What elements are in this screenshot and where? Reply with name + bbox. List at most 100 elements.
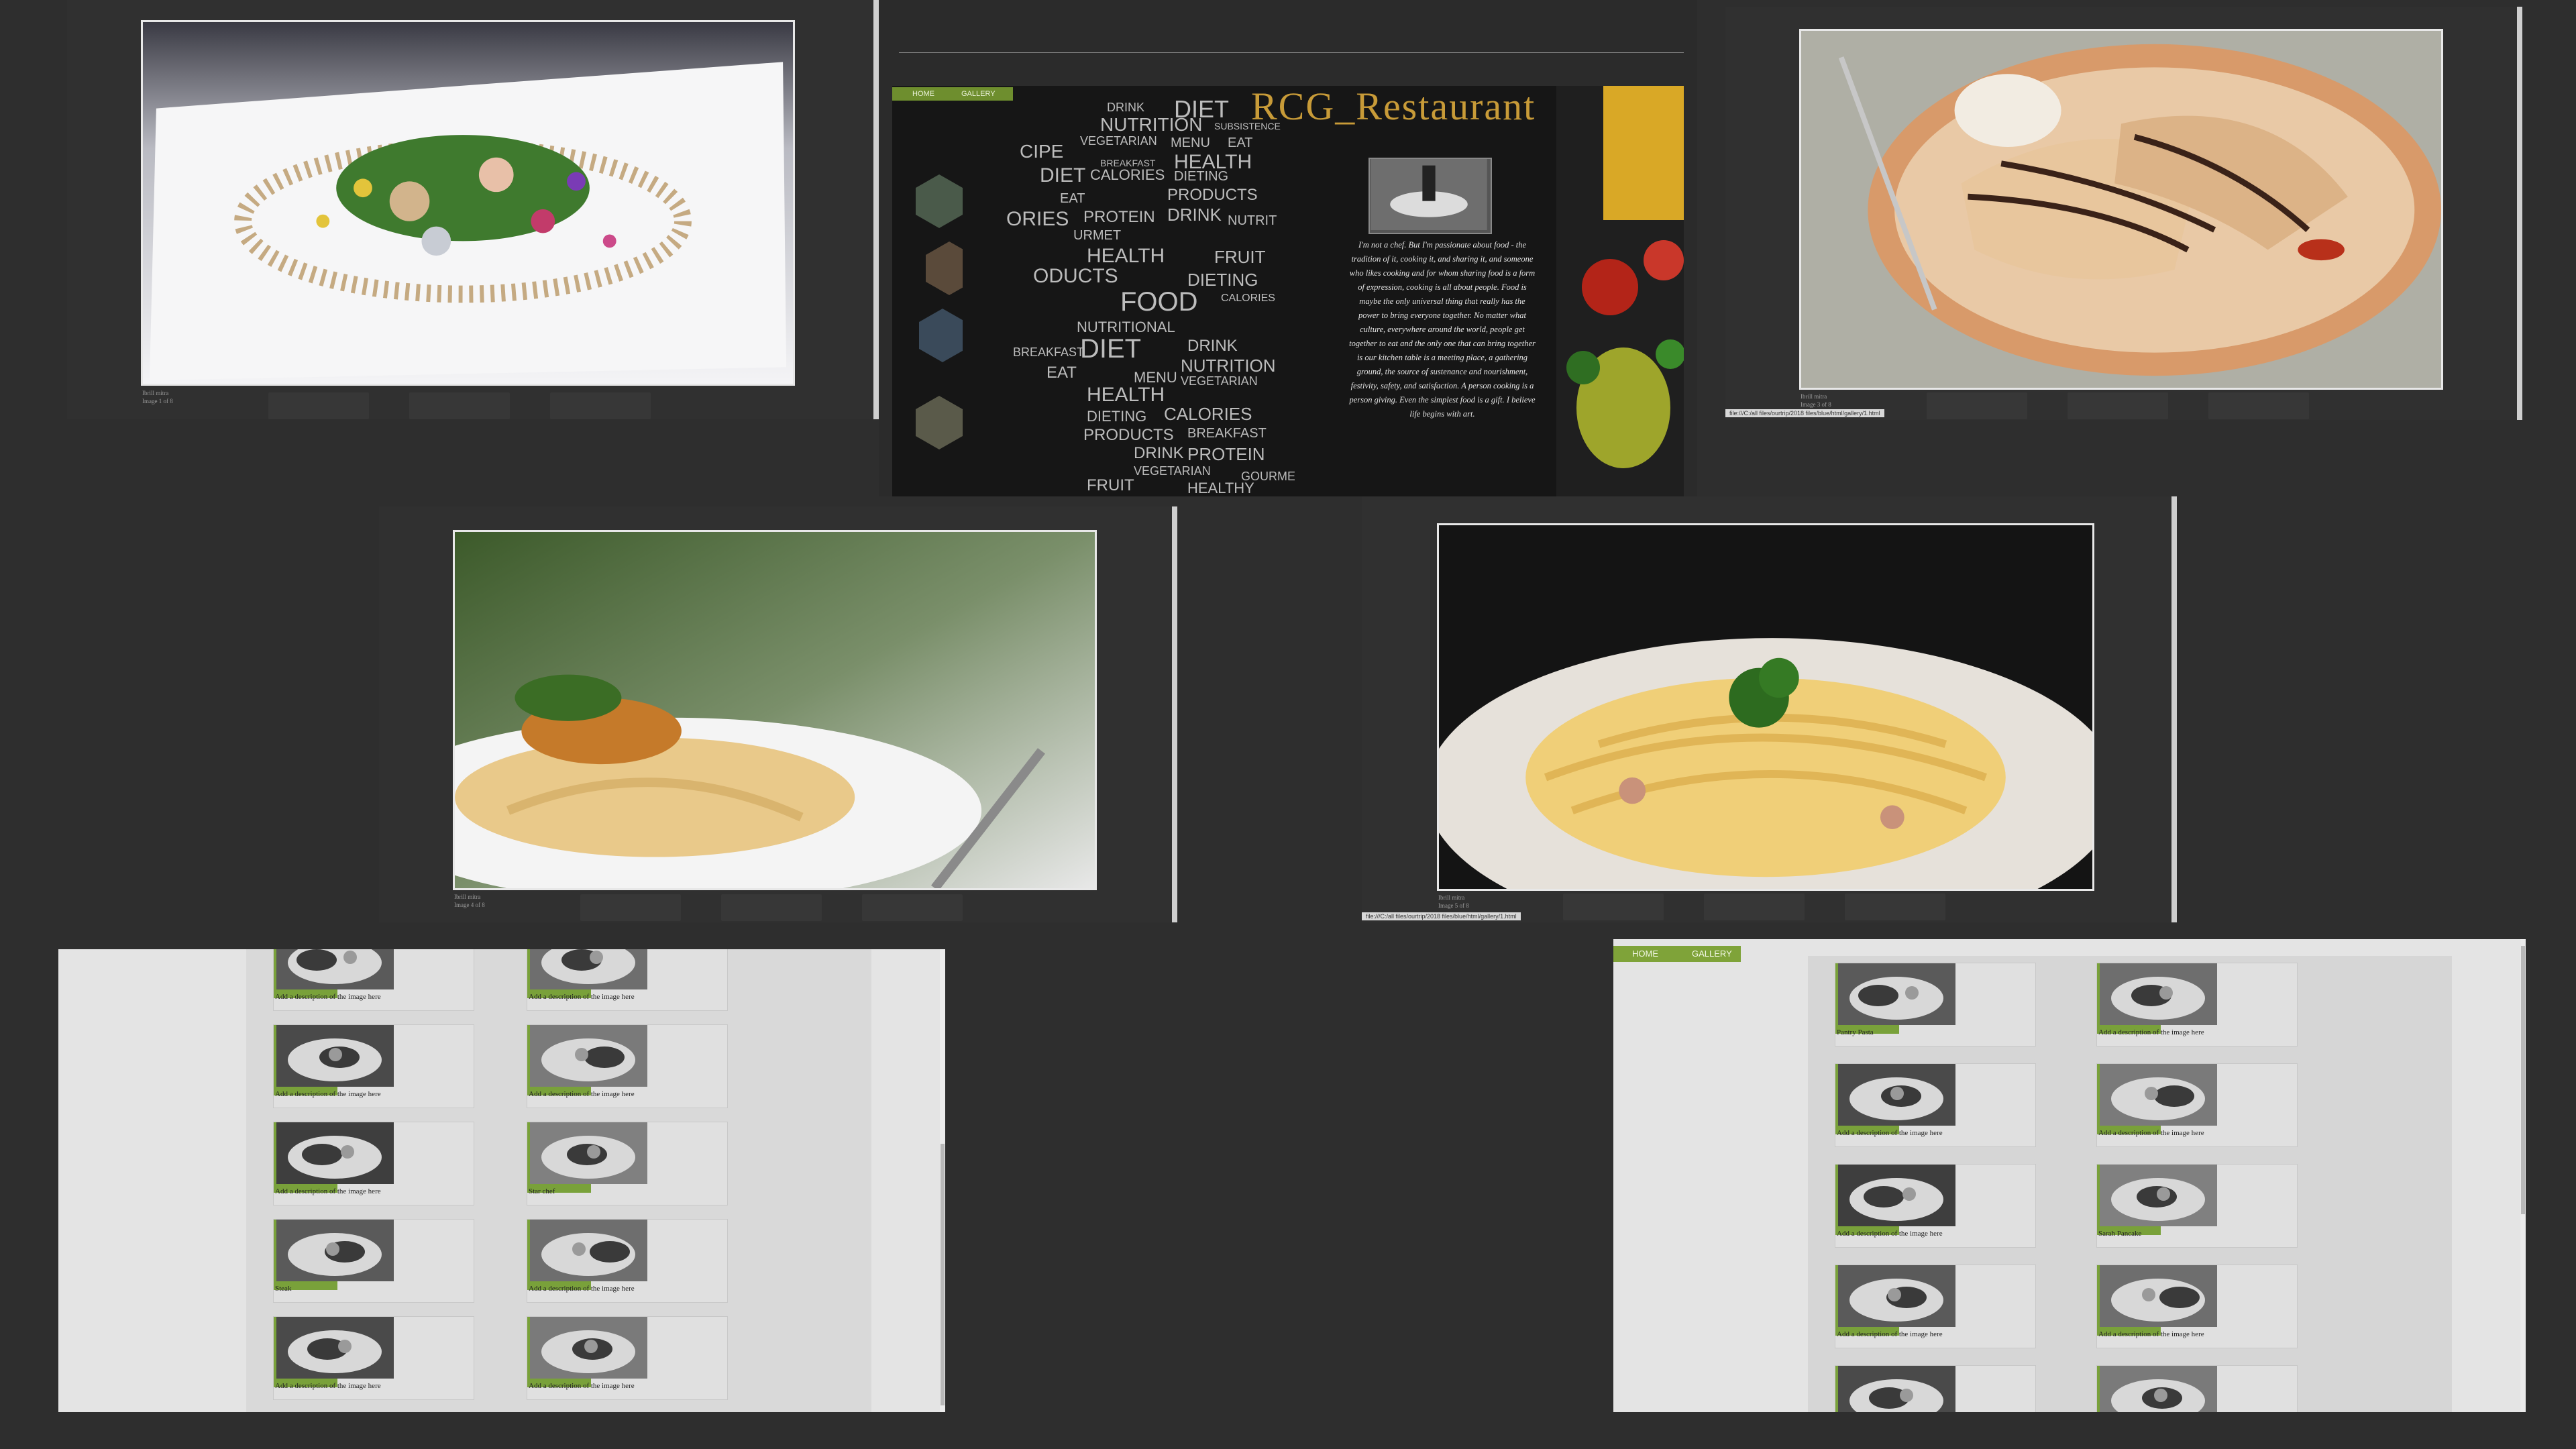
chef-plating-photo xyxy=(1368,158,1492,234)
gallery-card[interactable]: Add a description of the image here xyxy=(527,949,728,1011)
gallery-card[interactable]: Star chef xyxy=(527,1122,728,1205)
word: DIETING xyxy=(1174,169,1229,184)
vertical-scrollbar[interactable] xyxy=(1172,506,1177,922)
gallery-card[interactable]: Add a description of the image here xyxy=(527,1219,728,1303)
gallery-caption: Add a description of the image here xyxy=(529,1090,635,1098)
spaghetti-parsley-photo[interactable] xyxy=(1437,523,2094,891)
word: HEALTH xyxy=(1087,245,1165,267)
gallery-caption: Add a description of the image here xyxy=(529,993,635,1001)
pasta-basil-photo[interactable] xyxy=(453,530,1097,890)
caption-name: Ibrill mitra xyxy=(454,894,481,900)
gallery-thumbnail[interactable] xyxy=(2100,1165,2217,1226)
word: EAT xyxy=(1060,191,1085,206)
gallery-thumbnail[interactable] xyxy=(276,1025,394,1087)
word: MENU xyxy=(1171,136,1210,150)
gallery-thumbnail[interactable] xyxy=(1838,1064,1955,1126)
gallery-card[interactable]: Pantry Pasta xyxy=(1835,963,2036,1046)
word: DIETING xyxy=(1187,270,1258,290)
word: BREAKFAST xyxy=(1187,426,1267,441)
gallery-card[interactable] xyxy=(1835,1365,2036,1412)
gallery-card[interactable]: Steak xyxy=(273,1219,474,1303)
gallery-thumbnail[interactable] xyxy=(530,1122,647,1184)
window-restaurant-home[interactable]: HOME GALLERY DRINK DIET NUTRITION SUBSIS… xyxy=(879,0,1697,496)
gallery-card[interactable]: Add a description of the image here xyxy=(273,1024,474,1108)
gallery-caption: Sarah Pancake xyxy=(2098,1230,2142,1238)
gallery-caption: Add a description of the image here xyxy=(2098,1028,2204,1036)
word: ODUCTS xyxy=(1033,265,1118,287)
word: NUTRIT xyxy=(1228,213,1277,228)
gallery-card[interactable]: Add a description of the image here xyxy=(1835,1265,2036,1348)
vertical-scrollbar[interactable] xyxy=(2171,496,2177,922)
window-middle-left[interactable]: Ibrill mitra Image 4 of 8 xyxy=(379,506,1177,922)
gallery-card[interactable]: Add a description of the image here xyxy=(273,1122,474,1205)
word: EAT xyxy=(1228,136,1253,150)
gallery-card[interactable]: Add a description of the image here xyxy=(527,1316,728,1400)
gallery-card[interactable]: Add a description of the image here xyxy=(2096,963,2298,1046)
thumbnail-strip[interactable] xyxy=(1927,392,2309,419)
gallery-thumbnail[interactable] xyxy=(1838,1366,1955,1412)
gallery-thumbnail[interactable] xyxy=(276,949,394,989)
vertical-scrollbar[interactable] xyxy=(2517,7,2522,420)
window-gallery-right[interactable]: HOME GALLERY Pantry Pasta Add a descripti… xyxy=(1613,939,2526,1412)
crepes-plate-photo[interactable] xyxy=(1799,29,2443,390)
gallery-card[interactable]: Sarah Pancake xyxy=(2096,1164,2298,1248)
caption-sub: Image 3 of 8 xyxy=(1801,401,1831,408)
word: PRODUCTS xyxy=(1167,186,1258,204)
word: FOOD xyxy=(1120,287,1198,317)
gallery-thumbnail[interactable] xyxy=(1838,1265,1955,1327)
word: ORIES xyxy=(1006,208,1069,230)
gallery-card[interactable]: Add a description of the image here xyxy=(2096,1265,2298,1348)
gallery-card[interactable]: Add a description of the image here xyxy=(273,949,474,1011)
gallery-card[interactable] xyxy=(2096,1365,2298,1412)
gallery-caption: Add a description of the image here xyxy=(275,1382,381,1390)
caption-sub: Image 5 of 8 xyxy=(1438,902,1469,909)
gallery-caption: Add a description of the image here xyxy=(275,993,381,1001)
word: DIETING xyxy=(1087,408,1147,425)
gallery-thumbnail[interactable] xyxy=(530,1025,647,1087)
nav-gallery-link[interactable]: GALLERY xyxy=(1692,946,1732,962)
caption-name: Ibrill mitra xyxy=(1438,894,1465,901)
gallery-thumbnail[interactable] xyxy=(276,1220,394,1281)
salad-plate-photo[interactable] xyxy=(141,20,795,386)
scrollbar-thumb[interactable] xyxy=(941,1144,945,1405)
gallery-card[interactable]: Add a description of the image here xyxy=(1835,1164,2036,1248)
gallery-caption: Add a description of the image here xyxy=(2098,1330,2204,1338)
gallery-thumbnail[interactable] xyxy=(2100,963,2217,1025)
word: FRUIT xyxy=(1087,476,1134,494)
thumbnail-strip[interactable] xyxy=(580,894,963,921)
word: CALORIES xyxy=(1221,292,1275,304)
gallery-thumbnail[interactable] xyxy=(2100,1064,2217,1126)
window-top-right[interactable]: Ibrill mitra Image 3 of 8 file:///C:/all… xyxy=(1725,7,2522,420)
gallery-caption: Add a description of the image here xyxy=(529,1382,635,1390)
gallery-card[interactable]: Add a description of the image here xyxy=(527,1024,728,1108)
gallery-thumbnail[interactable] xyxy=(276,1122,394,1184)
gallery-thumbnail[interactable] xyxy=(1838,963,1955,1025)
gallery-card[interactable]: Add a description of the image here xyxy=(2096,1063,2298,1147)
scrollbar-thumb[interactable] xyxy=(2521,946,2525,1214)
gallery-thumbnail[interactable] xyxy=(530,1317,647,1379)
gallery-thumbnail[interactable] xyxy=(2100,1265,2217,1327)
gallery-thumbnail[interactable] xyxy=(2100,1366,2217,1412)
caption-sub: Image 1 of 8 xyxy=(142,398,173,405)
gallery-caption: Add a description of the image here xyxy=(2098,1129,2204,1137)
gallery-caption: Add a description of the image here xyxy=(529,1285,635,1293)
gallery-thumbnail[interactable] xyxy=(276,1317,394,1379)
thumbnail-strip[interactable] xyxy=(268,392,651,419)
word: PROTEIN xyxy=(1083,208,1155,226)
window-middle-right[interactable]: Ibrill mitra Image 5 of 8 file:///C:/all… xyxy=(1362,496,2177,922)
word: DIET xyxy=(1080,334,1142,364)
word: VEGETARIAN xyxy=(1134,464,1211,478)
gallery-card[interactable]: Add a description of the image here xyxy=(1835,1063,2036,1147)
gallery-card[interactable]: Add a description of the image here xyxy=(273,1316,474,1400)
gallery-thumbnail[interactable] xyxy=(1838,1165,1955,1226)
top-navigation: HOME GALLERY xyxy=(1613,946,1741,962)
word: DRINK xyxy=(1134,444,1184,462)
gallery-caption: Add a description of the image here xyxy=(1837,1230,1943,1238)
thumbnail-strip[interactable] xyxy=(1563,894,1945,920)
gallery-thumbnail[interactable] xyxy=(530,1220,647,1281)
gallery-thumbnail[interactable] xyxy=(530,949,647,989)
window-top-left[interactable]: Ibrill mitra Image 1 of 8 xyxy=(67,0,879,419)
vertical-scrollbar[interactable] xyxy=(873,0,879,419)
nav-home-link[interactable]: HOME xyxy=(1632,946,1658,962)
window-gallery-left[interactable]: Add a description of the image here Add a… xyxy=(58,949,945,1412)
